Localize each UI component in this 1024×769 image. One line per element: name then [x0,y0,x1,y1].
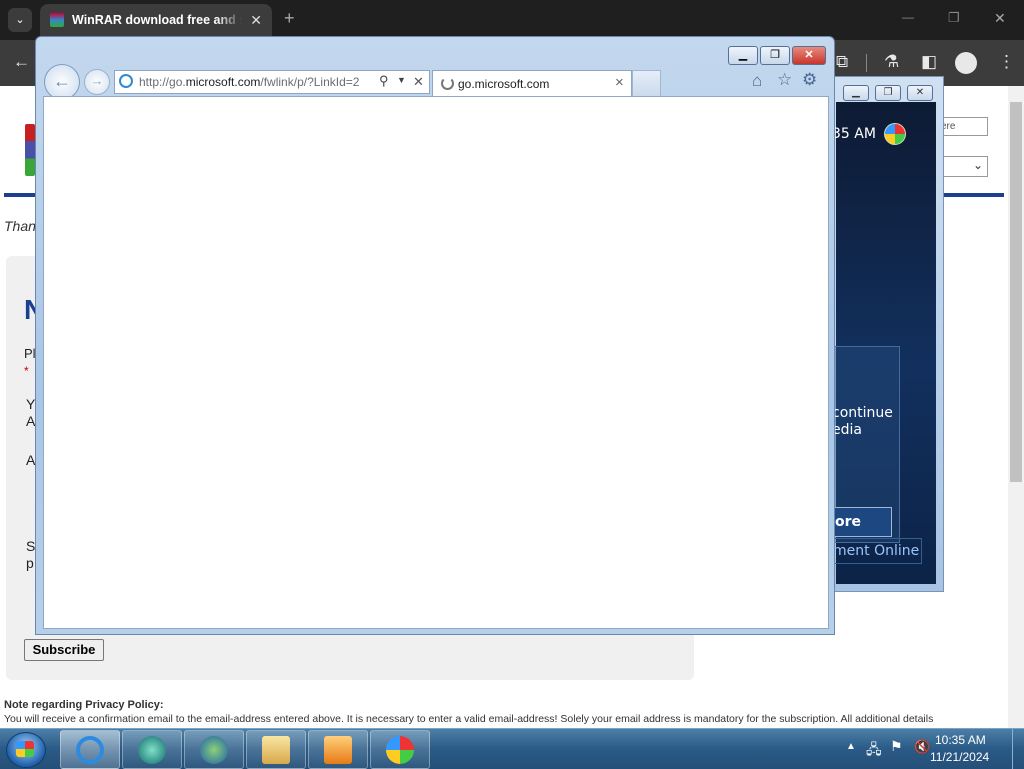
ie-url-text: http://go.microsoft.com/fwlink/p/?LinkId… [139,75,360,89]
privacy-note-body: You will receive a confirmation email to… [4,713,934,725]
taskbar-download-manager[interactable] [184,730,244,769]
profile-avatar-icon[interactable] [955,52,977,74]
required-star: * [24,364,29,378]
chrome-close-button[interactable]: ✕ [994,10,1006,27]
bg-time-text: 35 AM [832,126,876,142]
new-tab-button[interactable]: + [284,8,295,29]
ie-stop-icon[interactable]: ✕ [413,74,424,90]
volume-muted-icon[interactable]: 🔇 [914,739,930,755]
ie-page-icon [119,74,133,88]
winrar-logo [25,124,35,176]
clock-date[interactable]: 11/21/2024 [930,750,989,764]
ie-tab-title: go.microsoft.com [458,77,550,91]
chevron-down-icon: ⌄ [972,158,983,172]
taskbar-windows-app[interactable] [370,730,430,769]
show-desktop-button[interactable] [1012,729,1024,769]
ie-favorites-icon[interactable]: ☆ [777,70,792,90]
start-button[interactable] [6,732,46,768]
ie-close-button[interactable]: ✕ [792,46,826,65]
form-text-a2: A [26,452,36,468]
bg-text-media: edia [832,422,862,438]
chrome-restore-button[interactable]: ❐ [948,10,960,26]
labs-flask-icon[interactable]: ⚗ [884,52,899,72]
ie-home-icon[interactable]: ⌂ [752,71,762,91]
ie-back-icon[interactable]: ← [44,64,80,100]
taskbar-internet-explorer[interactable] [60,730,120,769]
page-thank-text: Than [4,218,36,234]
chrome-tab-close-icon[interactable]: ✕ [250,12,262,29]
bg-minimize-button[interactable]: ▁ [843,85,869,101]
bg-online-link[interactable]: ment Online [832,538,922,564]
chrome-tab-winrar[interactable]: WinRAR download free and support: WinRAR… [40,4,272,40]
ie-minimize-button[interactable]: ▁ [728,46,758,65]
toolbar-divider [866,54,867,72]
ie-search-icon[interactable]: ⚲ [379,73,389,89]
scrollbar-thumb[interactable] [1010,102,1022,482]
taskbar-media-player[interactable] [308,730,368,769]
more-menu-icon[interactable]: ⋮ [998,52,1015,72]
windows-taskbar: ▲ 🖧 ⚑ 🔇 [0,728,1024,769]
action-center-flag-icon[interactable]: ⚑ [890,738,903,755]
bg-more-button[interactable]: ore [832,507,892,537]
circle-app-icon [138,736,166,764]
language-select[interactable]: ⌄ [940,156,988,177]
bg-text-continue: continue [832,405,893,421]
side-panel-icon[interactable]: ◧ [921,52,937,72]
network-icon[interactable]: 🖧 [866,739,882,763]
chrome-tab-title: WinRAR download free and support: WinRAR [72,13,242,27]
ie-tab-microsoft[interactable]: go.microsoft.com × [432,70,632,97]
form-text-y: Y [26,396,36,412]
ie-tools-gear-icon[interactable]: ⚙ [802,70,817,90]
tab-search-button[interactable]: ⌄ [8,8,32,32]
internet-explorer-icon [76,736,104,764]
winrar-favicon-icon [50,13,64,27]
ie-content-area [43,96,829,629]
taskbar-app-2[interactable] [122,730,182,769]
windows-logo-icon [884,123,906,145]
ie-address-dropdown-icon[interactable]: ▼ [397,75,406,85]
subscribe-button[interactable]: Subscribe [24,639,104,661]
ie-forward-icon[interactable]: → [84,69,110,95]
download-globe-icon [200,736,228,764]
bg-restore-button[interactable]: ❐ [875,85,901,101]
bg-close-button[interactable]: ✕ [907,85,933,101]
folder-icon [262,736,290,764]
extensions-icon[interactable]: ⧉ [836,52,848,72]
form-text-p: Pl [24,346,36,361]
windows-media-page: 35 AM continue edia ore ment Online [832,102,936,584]
windows-start-icon [16,741,34,757]
form-text-a1: A [26,413,36,429]
ie-address-bar[interactable]: http://go.microsoft.com/fwlink/p/?LinkId… [114,70,430,94]
site-search-input[interactable]: ere [940,117,988,136]
form-text-s: S [26,538,36,554]
media-play-icon [324,736,352,764]
windows-orb-icon [386,736,414,764]
back-arrow-icon[interactable]: ← [13,52,30,72]
chrome-minimize-button[interactable]: — [902,10,914,24]
ie-new-tab-button[interactable] [632,70,661,98]
tray-expand-icon[interactable]: ▲ [846,741,856,752]
chrome-tab-bar: ⌄ WinRAR download free and support: WinR… [0,0,1024,40]
taskbar-explorer[interactable] [246,730,306,769]
privacy-note-title: Note regarding Privacy Policy: [4,699,164,711]
ie-restore-button[interactable]: ❐ [760,46,790,65]
loading-icon [441,77,454,90]
form-text-p2: p [26,555,34,571]
ie-tab-close-icon[interactable]: × [615,74,624,91]
clock-time[interactable]: 10:35 AM [935,733,986,747]
